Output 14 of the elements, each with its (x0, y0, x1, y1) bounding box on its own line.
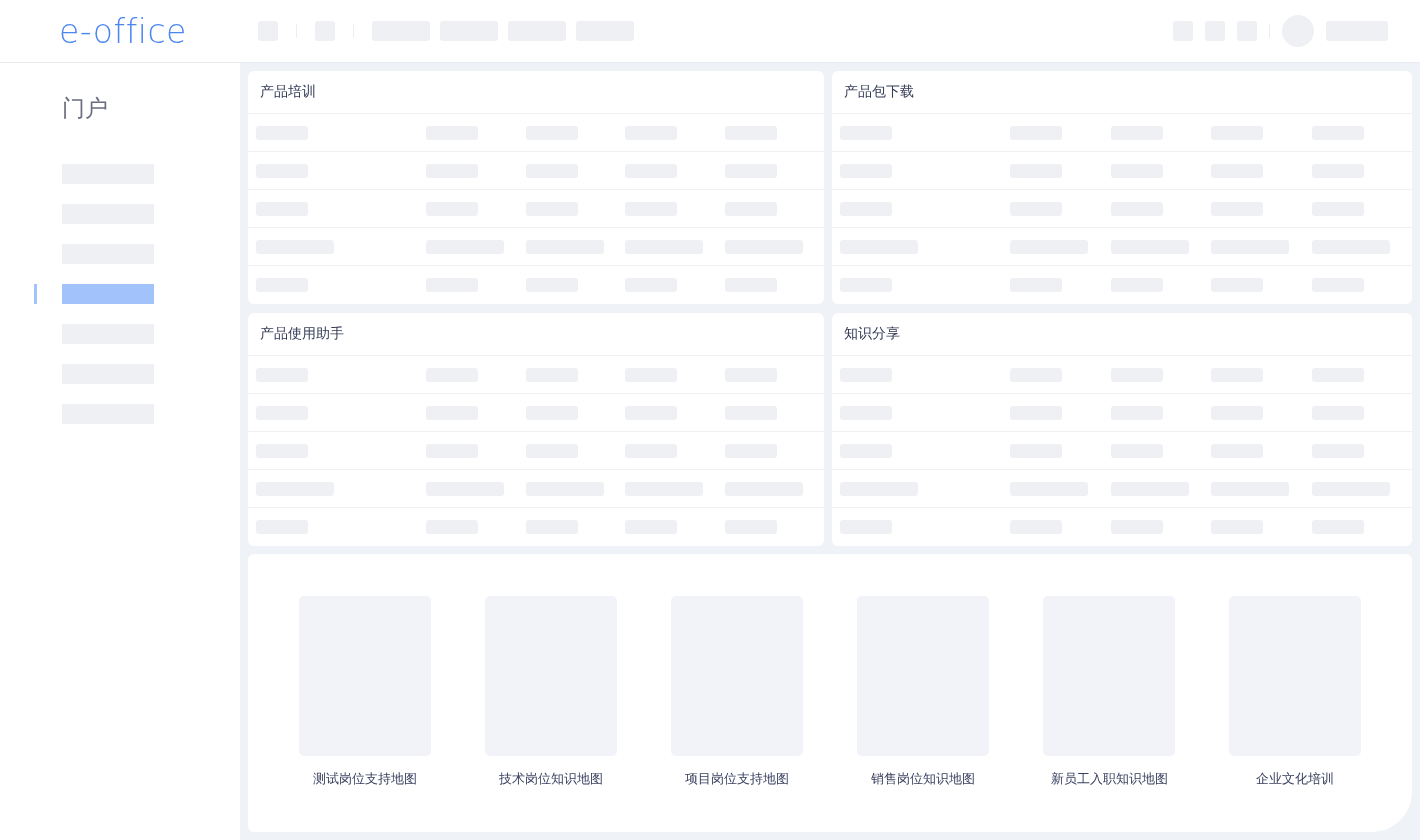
map-label[interactable]: 企业文化培训 (1256, 770, 1334, 788)
panel-title: 产品培训 (248, 71, 824, 114)
map-label[interactable]: 测试岗位支持地图 (313, 770, 417, 788)
map-label[interactable]: 技术岗位知识地图 (499, 770, 603, 788)
panel-title: 知识分享 (832, 313, 1412, 356)
panel-title: 产品使用助手 (248, 313, 824, 356)
sidebar-item[interactable] (62, 284, 154, 304)
map-label[interactable]: 项目岗位支持地图 (685, 770, 789, 788)
panel-title: 产品包下载 (832, 71, 1412, 114)
map-label[interactable]: 销售岗位知识地图 (871, 770, 975, 788)
selection-indicator (34, 284, 37, 304)
logo: e-office (59, 11, 188, 51)
map-label[interactable]: 新员工入职知识地图 (1050, 770, 1168, 788)
sidebar-title: 门户 (62, 94, 109, 123)
